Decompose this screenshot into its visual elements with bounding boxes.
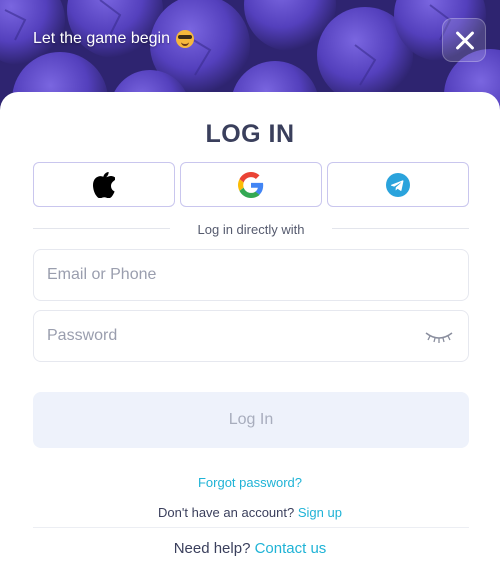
apple-icon xyxy=(93,171,115,198)
apple-login-button[interactable] xyxy=(33,162,175,207)
divider-line-right xyxy=(332,228,469,229)
login-submit-button[interactable]: Log In xyxy=(33,392,469,448)
password-input[interactable] xyxy=(47,327,455,345)
email-input[interactable] xyxy=(47,266,455,284)
divider-line-left xyxy=(33,228,170,229)
google-login-button[interactable] xyxy=(180,162,322,207)
login-sheet: LOG IN Log in directly with Email or Pho… xyxy=(0,92,500,581)
google-icon xyxy=(238,171,264,198)
help-row: Need help? Contact us xyxy=(0,540,500,557)
sunglasses-emoji-icon xyxy=(176,30,194,48)
contact-us-link[interactable]: Contact us xyxy=(255,540,327,557)
signup-link[interactable]: Sign up xyxy=(298,505,342,520)
help-text: Need help? xyxy=(173,540,251,557)
telegram-login-button[interactable] xyxy=(327,162,469,207)
banner-text: Let the game begin xyxy=(33,30,170,47)
signup-row: Don't have an account? Sign up xyxy=(0,505,500,520)
password-field-container xyxy=(33,310,469,362)
close-button[interactable] xyxy=(442,18,486,62)
divider-text: Log in directly with xyxy=(197,221,305,237)
no-account-text: Don't have an account? xyxy=(158,505,295,520)
footer-divider xyxy=(33,527,469,528)
forgot-password-link[interactable]: Forgot password? xyxy=(0,475,500,490)
eye-closed-icon[interactable] xyxy=(424,327,454,347)
telegram-icon xyxy=(386,172,410,197)
page-title: LOG IN xyxy=(205,120,295,148)
email-field-container xyxy=(33,249,469,301)
banner-title: Let the game begin xyxy=(33,30,194,48)
login-divider: Log in directly with xyxy=(33,219,469,239)
